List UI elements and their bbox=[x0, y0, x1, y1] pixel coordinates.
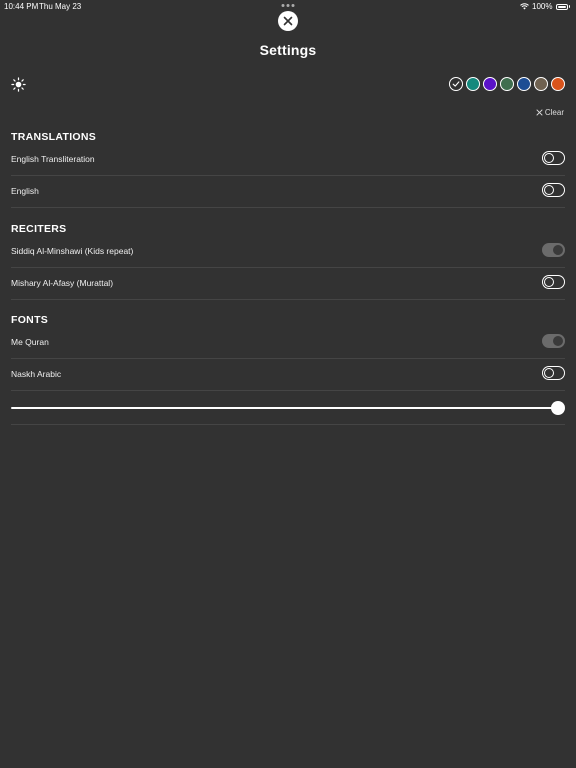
theme-swatch[interactable] bbox=[500, 77, 514, 91]
toggle-switch[interactable] bbox=[542, 334, 565, 348]
section-title-translations: TRANSLATIONS bbox=[11, 131, 97, 143]
theme-swatch[interactable] bbox=[534, 77, 548, 91]
toggle-switch[interactable] bbox=[542, 366, 565, 380]
row-label: Siddiq Al-Minshawi (Kids repeat) bbox=[11, 246, 134, 256]
theme-swatch[interactable] bbox=[551, 77, 565, 91]
status-right: 100% bbox=[520, 2, 570, 11]
toggle-switch[interactable] bbox=[542, 151, 565, 165]
wifi-icon bbox=[520, 3, 529, 10]
checkmark-icon bbox=[452, 81, 460, 87]
theme-swatch[interactable] bbox=[517, 77, 531, 91]
battery-percent: 100% bbox=[532, 2, 553, 11]
theme-swatch[interactable] bbox=[483, 77, 497, 91]
row-label: English Transliteration bbox=[11, 154, 95, 164]
toggle-switch[interactable] bbox=[542, 243, 565, 257]
toggle-switch[interactable] bbox=[542, 275, 565, 289]
section-title-reciters: RECITERS bbox=[11, 223, 67, 235]
toggle-row-me-quran: Me Quran bbox=[11, 326, 565, 359]
close-icon bbox=[536, 109, 543, 116]
toggle-row-siddiq-al-minshawi: Siddiq Al-Minshawi (Kids repeat) bbox=[11, 235, 565, 268]
sun-icon[interactable] bbox=[11, 77, 26, 92]
clear-button[interactable]: Clear bbox=[536, 108, 564, 117]
clear-label: Clear bbox=[544, 108, 564, 117]
font-size-slider[interactable] bbox=[11, 398, 565, 418]
row-label: English bbox=[11, 186, 39, 196]
battery-icon bbox=[555, 3, 568, 10]
slider-thumb[interactable] bbox=[551, 401, 565, 415]
slider-track[interactable] bbox=[11, 407, 557, 409]
theme-swatch[interactable] bbox=[449, 77, 463, 91]
status-time: 10:44 PM bbox=[4, 2, 39, 11]
page-title: Settings bbox=[259, 42, 317, 58]
close-button[interactable] bbox=[278, 11, 298, 31]
row-label: Mishary Al-Afasy (Murattal) bbox=[11, 278, 114, 288]
close-icon bbox=[283, 16, 293, 26]
divider bbox=[11, 424, 565, 425]
toggle-switch[interactable] bbox=[542, 183, 565, 197]
toggle-row-naskh-arabic: Naskh Arabic bbox=[11, 358, 565, 391]
row-label: Naskh Arabic bbox=[11, 369, 62, 379]
sheet-grabber[interactable] bbox=[281, 4, 295, 7]
toggle-row-mishary-al-afasy: Mishary Al-Afasy (Murattal) bbox=[11, 267, 565, 300]
status-date: Thu May 23 bbox=[39, 2, 82, 11]
row-label: Me Quran bbox=[11, 337, 49, 347]
toggle-row-english-transliteration: English Transliteration bbox=[11, 143, 565, 176]
theme-color-swatches bbox=[449, 77, 565, 91]
toggle-row-english: English bbox=[11, 175, 565, 208]
section-title-fonts: FONTS bbox=[11, 314, 49, 326]
theme-swatch[interactable] bbox=[466, 77, 480, 91]
